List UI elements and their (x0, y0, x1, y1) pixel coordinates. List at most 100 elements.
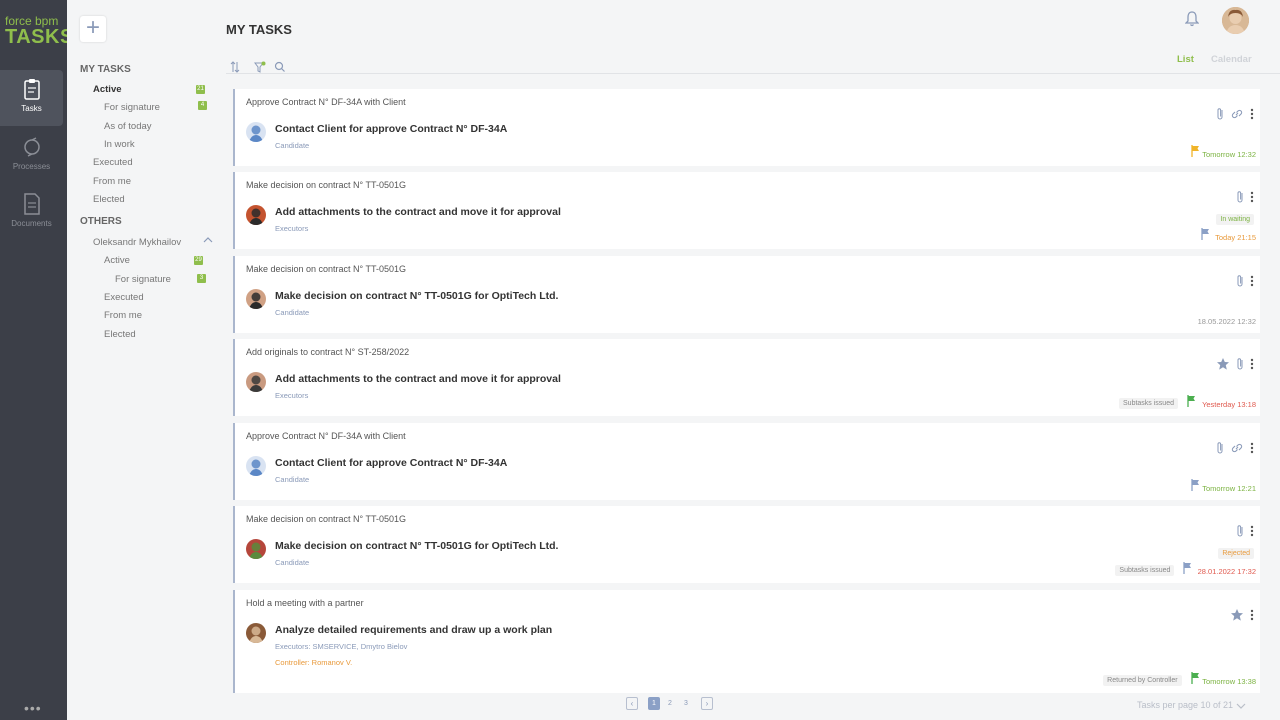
task-card[interactable]: Approve Contract N° DF-34A with Client Co… (233, 423, 1260, 500)
status-badge-secondary: Rejected (1218, 548, 1254, 559)
page-2[interactable]: 2 (664, 697, 676, 710)
more-icon[interactable] (1250, 357, 1254, 375)
nav-others-active[interactable]: Active (104, 255, 130, 266)
paperclip-icon[interactable] (1236, 524, 1244, 543)
more-icon[interactable] (1250, 274, 1254, 292)
rail-item-tasks[interactable]: Tasks (0, 70, 63, 126)
my-tasks-heading[interactable]: MY TASKS (80, 64, 131, 75)
more-icon[interactable]: ••• (24, 700, 42, 716)
sort-icon[interactable] (230, 60, 240, 78)
paperclip-icon[interactable] (1236, 274, 1244, 293)
flag-icon[interactable] (1190, 479, 1200, 491)
nav-my-from-me[interactable]: From me (93, 176, 131, 187)
app-logo[interactable]: force bpm TASKS (5, 15, 74, 47)
nav-my-active[interactable]: Active (93, 84, 122, 95)
star-icon[interactable] (1216, 357, 1230, 376)
flag-icon[interactable] (1183, 562, 1192, 574)
task-actions (1224, 608, 1254, 622)
assignee-avatar (246, 456, 266, 476)
task-title[interactable]: Contact Client for approve Contract N° D… (275, 123, 507, 135)
next-page-button[interactable]: › (701, 697, 713, 710)
task-due: Yesterday 13:18 (1202, 400, 1256, 409)
nav-others-executed[interactable]: Executed (104, 292, 144, 303)
badge-others-for-signature: 3 (197, 274, 206, 283)
task-card[interactable]: Approve Contract N° DF-34A with Client Co… (233, 89, 1260, 166)
nav-my-elected[interactable]: Elected (93, 194, 125, 205)
task-card[interactable]: Hold a meeting with a partner Analyze det… (233, 590, 1260, 693)
task-title[interactable]: Add attachments to the contract and move… (275, 373, 561, 385)
more-icon[interactable] (1250, 608, 1254, 626)
task-parent[interactable]: Add originals to contract N° ST-258/2022 (246, 347, 409, 357)
page-title: MY TASKS (226, 22, 292, 37)
flag-icon[interactable] (1190, 672, 1200, 684)
page-1[interactable]: 1 (648, 697, 660, 710)
clipboard-icon (23, 79, 40, 100)
task-parent[interactable]: Make decision on contract N° TT-0501G (246, 514, 406, 524)
chevron-up-icon[interactable] (203, 235, 213, 245)
rail-item-documents[interactable]: Documents (0, 185, 63, 241)
link-icon[interactable] (1230, 107, 1244, 126)
more-icon[interactable] (1250, 524, 1254, 542)
nav-others-elected[interactable]: Elected (104, 329, 136, 340)
link-icon[interactable] (1230, 441, 1244, 460)
user-photo-icon (1222, 7, 1249, 34)
paperclip-icon[interactable] (1236, 190, 1244, 209)
tab-list[interactable]: List (1177, 54, 1194, 65)
search-icon[interactable] (274, 60, 286, 78)
more-icon[interactable] (1250, 190, 1254, 208)
task-actions (1230, 190, 1254, 204)
nav-others-from-me[interactable]: From me (104, 310, 142, 321)
paperclip-icon[interactable] (1216, 441, 1224, 460)
task-card[interactable]: Make decision on contract N° TT-0501G Add… (233, 172, 1260, 249)
bell-icon[interactable] (1185, 11, 1199, 27)
tab-calendar[interactable]: Calendar (1211, 54, 1252, 65)
flag-icon[interactable] (1190, 145, 1200, 157)
nav-others-user[interactable]: Oleksandr Mykhailov (93, 237, 181, 248)
app-rail: force bpm TASKS Tasks Processes Document… (0, 0, 73, 720)
task-title[interactable]: Add attachments to the contract and move… (275, 206, 561, 218)
paperclip-icon[interactable] (1236, 357, 1244, 376)
filter-icon[interactable] (254, 60, 266, 78)
nav-my-for-signature[interactable]: For signature (104, 102, 160, 113)
page-3[interactable]: 3 (680, 697, 692, 710)
task-parent[interactable]: Hold a meeting with a partner (246, 598, 364, 608)
more-icon[interactable] (1250, 441, 1254, 459)
flag-icon[interactable] (1187, 395, 1196, 407)
task-card[interactable]: Make decision on contract N° TT-0501G Mak… (233, 506, 1260, 583)
assignee-avatar (246, 122, 266, 142)
task-parent[interactable]: Approve Contract N° DF-34A with Client (246, 97, 406, 107)
task-title[interactable]: Contact Client for approve Contract N° D… (275, 457, 507, 469)
task-title[interactable]: Make decision on contract N° TT-0501G fo… (275, 290, 558, 302)
task-title[interactable]: Make decision on contract N° TT-0501G fo… (275, 540, 558, 552)
others-heading[interactable]: OTHERS (80, 216, 122, 227)
task-actions (1210, 357, 1254, 371)
task-card[interactable]: Make decision on contract N° TT-0501G Mak… (233, 256, 1260, 333)
paperclip-icon[interactable] (1216, 107, 1224, 126)
task-actions (1230, 274, 1254, 288)
nav-others-for-signature[interactable]: For signature (115, 274, 171, 285)
rail-item-processes[interactable]: Processes (0, 128, 63, 184)
task-due: 28.01.2022 17:32 (1197, 567, 1256, 576)
nav-my-executed[interactable]: Executed (93, 157, 133, 168)
badge-my-for-signature: 4 (198, 101, 207, 110)
flag-icon[interactable] (1201, 228, 1210, 240)
badge-others-active: 29 (194, 256, 203, 265)
prev-page-button[interactable]: ‹ (626, 697, 638, 710)
star-icon[interactable] (1230, 608, 1244, 627)
more-icon[interactable] (1250, 107, 1254, 125)
user-avatar[interactable] (1222, 7, 1249, 34)
task-actions (1210, 107, 1254, 121)
task-due: Tomorrow 12:32 (1202, 150, 1256, 159)
per-page-info[interactable]: Tasks per page 10 of 21 (1137, 700, 1246, 710)
task-parent[interactable]: Make decision on contract N° TT-0501G (246, 264, 406, 274)
task-card[interactable]: Add originals to contract N° ST-258/2022… (233, 339, 1260, 416)
add-task-button[interactable]: + (80, 16, 106, 42)
assignee-avatar (246, 205, 266, 225)
nav-my-as-of-today[interactable]: As of today (104, 121, 152, 132)
nav-my-in-work[interactable]: In work (104, 139, 135, 150)
task-parent[interactable]: Make decision on contract N° TT-0501G (246, 180, 406, 190)
status-badge: Returned by Controller (1103, 675, 1182, 686)
task-actions (1230, 524, 1254, 538)
task-parent[interactable]: Approve Contract N° DF-34A with Client (246, 431, 406, 441)
task-title[interactable]: Analyze detailed requirements and draw u… (275, 624, 552, 636)
